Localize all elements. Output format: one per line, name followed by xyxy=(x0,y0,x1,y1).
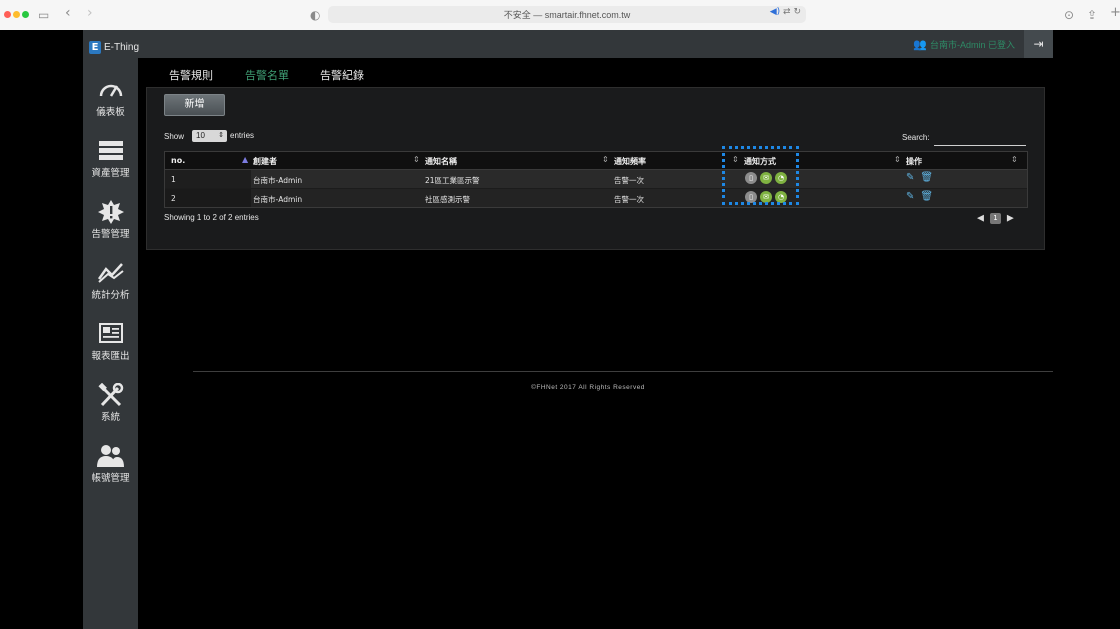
sidebar-item-dashboard[interactable]: 儀表板 xyxy=(83,78,138,118)
alert-table: no. ▲ 創建者 ⇕ 通知名稱 ⇕ 通知頻率 ⇕ 通知方式 ⇕ 操作 ⇕ 1 … xyxy=(164,151,1028,208)
sidebar-item-accounts[interactable]: 帳號管理 xyxy=(83,444,138,484)
brand-logo[interactable]: E E-Thing xyxy=(89,37,140,54)
cell-no: 1 xyxy=(171,175,176,184)
browser-toolbar: ▭ ‹ › ◐ 不安全 — smartair.fhnet.com.tw ◀) ⇄… xyxy=(0,0,1120,31)
sidebar: 儀表板 資產管理 告警管理 統計分析 報表匯出 系統 帳號管理 xyxy=(83,58,138,629)
sidebar-item-alerts[interactable]: 告警管理 xyxy=(83,200,138,240)
show-label: Show xyxy=(164,132,185,141)
url-text: 不安全 — smartair.fhnet.com.tw xyxy=(503,10,631,20)
reload-icon[interactable]: ↻ xyxy=(793,7,801,17)
brand-name: E-Thing xyxy=(104,42,140,53)
search-label: Search: xyxy=(902,133,930,142)
method-column-highlight xyxy=(722,146,799,205)
main-content: 告警規則 告警名單 告警紀錄 新增 Show 10 ⇕ entries Sear… xyxy=(138,58,1053,629)
sort-icon[interactable]: ⇕ xyxy=(894,155,901,164)
page-length-select[interactable]: 10 ⇕ xyxy=(192,130,227,142)
delete-icon[interactable]: 🗑 xyxy=(920,191,933,202)
app-window: E E-Thing 👥 台南市-Admin 已登入 ⇥ 儀表板 資產管理 告警管… xyxy=(83,30,1053,629)
download-icon[interactable]: ⊙ xyxy=(1064,7,1074,23)
cell-creator: 台南市-Admin xyxy=(253,195,303,204)
sidebar-item-reports[interactable]: 報表匯出 xyxy=(83,322,138,362)
tab-alert-list[interactable]: 告警名單 xyxy=(245,67,289,83)
user-status-text: 台南市-Admin 已登入 xyxy=(929,40,1015,50)
close-window-button[interactable] xyxy=(4,11,11,18)
shield-icon[interactable]: ◐ xyxy=(310,7,320,23)
speaker-icon[interactable]: ◀) xyxy=(770,7,780,17)
sidebar-item-assets[interactable]: 資產管理 xyxy=(83,139,138,179)
sidebar-item-statistics[interactable]: 統計分析 xyxy=(83,261,138,301)
page-button[interactable]: 1 xyxy=(989,213,1001,224)
page-length-value: 10 xyxy=(196,131,205,140)
next-page-icon[interactable]: ▶ xyxy=(1007,214,1014,224)
prev-page-icon[interactable]: ◀ xyxy=(977,214,984,224)
cell-frequency: 告警一次 xyxy=(614,176,644,185)
tools-icon xyxy=(83,382,138,407)
alert-badge-icon xyxy=(83,200,138,224)
table-row: 1 台南市-Admin 21區工業區示警 告警一次 ▯ ✉ ◔ ✎ 🗑 xyxy=(165,170,1027,188)
edit-icon[interactable]: ✎ xyxy=(906,172,914,183)
sidebar-item-label: 告警管理 xyxy=(91,229,130,240)
user-status: 👥 台南市-Admin 已登入 xyxy=(913,38,1015,51)
table-info: Showing 1 to 2 of 2 entries xyxy=(164,213,259,222)
search-input[interactable] xyxy=(934,137,1026,146)
logout-button[interactable]: ⇥ xyxy=(1024,30,1053,58)
tab-alert-rules[interactable]: 告警規則 xyxy=(169,67,213,83)
sort-icon[interactable]: ⇕ xyxy=(413,155,420,164)
logout-icon: ⇥ xyxy=(1033,37,1044,51)
entries-label: entries xyxy=(230,131,255,140)
col-header-no[interactable]: no. xyxy=(171,156,185,165)
alert-list-panel: 新增 Show 10 ⇕ entries Search: no. ▲ 創建者 ⇕… xyxy=(146,87,1045,250)
delete-icon[interactable]: 🗑 xyxy=(920,172,933,183)
cell-frequency: 告警一次 xyxy=(614,195,644,204)
back-icon[interactable]: ‹ xyxy=(65,5,71,21)
col-header-name[interactable]: 通知名稱 xyxy=(425,156,457,167)
pagination: ◀ 1 ▶ xyxy=(977,213,1014,224)
sort-icon[interactable]: ⇕ xyxy=(602,155,609,164)
sidebar-toggle-icon[interactable]: ▭ xyxy=(38,7,49,23)
user-group-icon: 👥 xyxy=(913,39,927,51)
cell-name: 社區感測示警 xyxy=(425,195,470,204)
page-viewport: E E-Thing 👥 台南市-Admin 已登入 ⇥ 儀表板 資產管理 告警管… xyxy=(0,30,1120,629)
sidebar-item-label: 資產管理 xyxy=(91,168,130,179)
sidebar-item-label: 帳號管理 xyxy=(91,473,130,484)
row-actions: ✎ 🗑 xyxy=(906,172,933,183)
row-actions: ✎ 🗑 xyxy=(906,191,933,202)
e-logo-icon: E xyxy=(89,41,101,54)
new-tab-icon[interactable]: + xyxy=(1110,5,1120,21)
share-icon[interactable]: ⇪ xyxy=(1087,7,1097,23)
users-icon xyxy=(83,444,138,468)
newspaper-icon xyxy=(83,322,138,346)
top-navbar: E E-Thing 👥 台南市-Admin 已登入 ⇥ xyxy=(83,30,1053,58)
sidebar-item-label: 報表匯出 xyxy=(91,351,130,362)
trend-chart-icon xyxy=(83,261,138,285)
list-icon xyxy=(83,139,138,163)
footer-copyright: ©FHNet 2017 All Rights Reserved xyxy=(531,384,645,391)
sort-icon[interactable]: ⇕ xyxy=(1011,155,1018,164)
sidebar-item-label: 系統 xyxy=(100,412,120,423)
translate-icon[interactable]: ⇄ xyxy=(783,7,791,17)
table-row: 2 台南市-Admin 社區感測示警 告警一次 ▯ ✉ ◔ ✎ 🗑 xyxy=(165,189,1027,207)
sidebar-item-label: 統計分析 xyxy=(91,290,130,301)
speedometer-icon xyxy=(83,78,138,102)
forward-icon[interactable]: › xyxy=(87,5,93,21)
sidebar-item-system[interactable]: 系統 xyxy=(83,382,138,423)
sidebar-item-label: 儀表板 xyxy=(96,107,125,118)
col-header-frequency[interactable]: 通知頻率 xyxy=(614,156,646,167)
tab-alert-records[interactable]: 告警紀錄 xyxy=(320,67,364,83)
add-button[interactable]: 新增 xyxy=(164,94,225,116)
table-header: no. ▲ 創建者 ⇕ 通知名稱 ⇕ 通知頻率 ⇕ 通知方式 ⇕ 操作 ⇕ xyxy=(165,152,1027,170)
footer-divider xyxy=(193,371,1053,372)
col-header-actions[interactable]: 操作 xyxy=(906,156,922,167)
address-bar[interactable]: 不安全 — smartair.fhnet.com.tw ◀) ⇄ ↻ xyxy=(328,6,806,23)
cell-name: 21區工業區示警 xyxy=(425,176,480,185)
col-header-creator[interactable]: 創建者 xyxy=(253,156,277,167)
select-arrows-icon: ⇕ xyxy=(218,132,224,139)
sort-asc-icon[interactable]: ▲ xyxy=(242,155,248,164)
minimize-window-button[interactable] xyxy=(13,11,20,18)
cell-no: 2 xyxy=(171,194,176,203)
cell-creator: 台南市-Admin xyxy=(253,176,303,185)
edit-icon[interactable]: ✎ xyxy=(906,191,914,202)
zoom-window-button[interactable] xyxy=(22,11,29,18)
